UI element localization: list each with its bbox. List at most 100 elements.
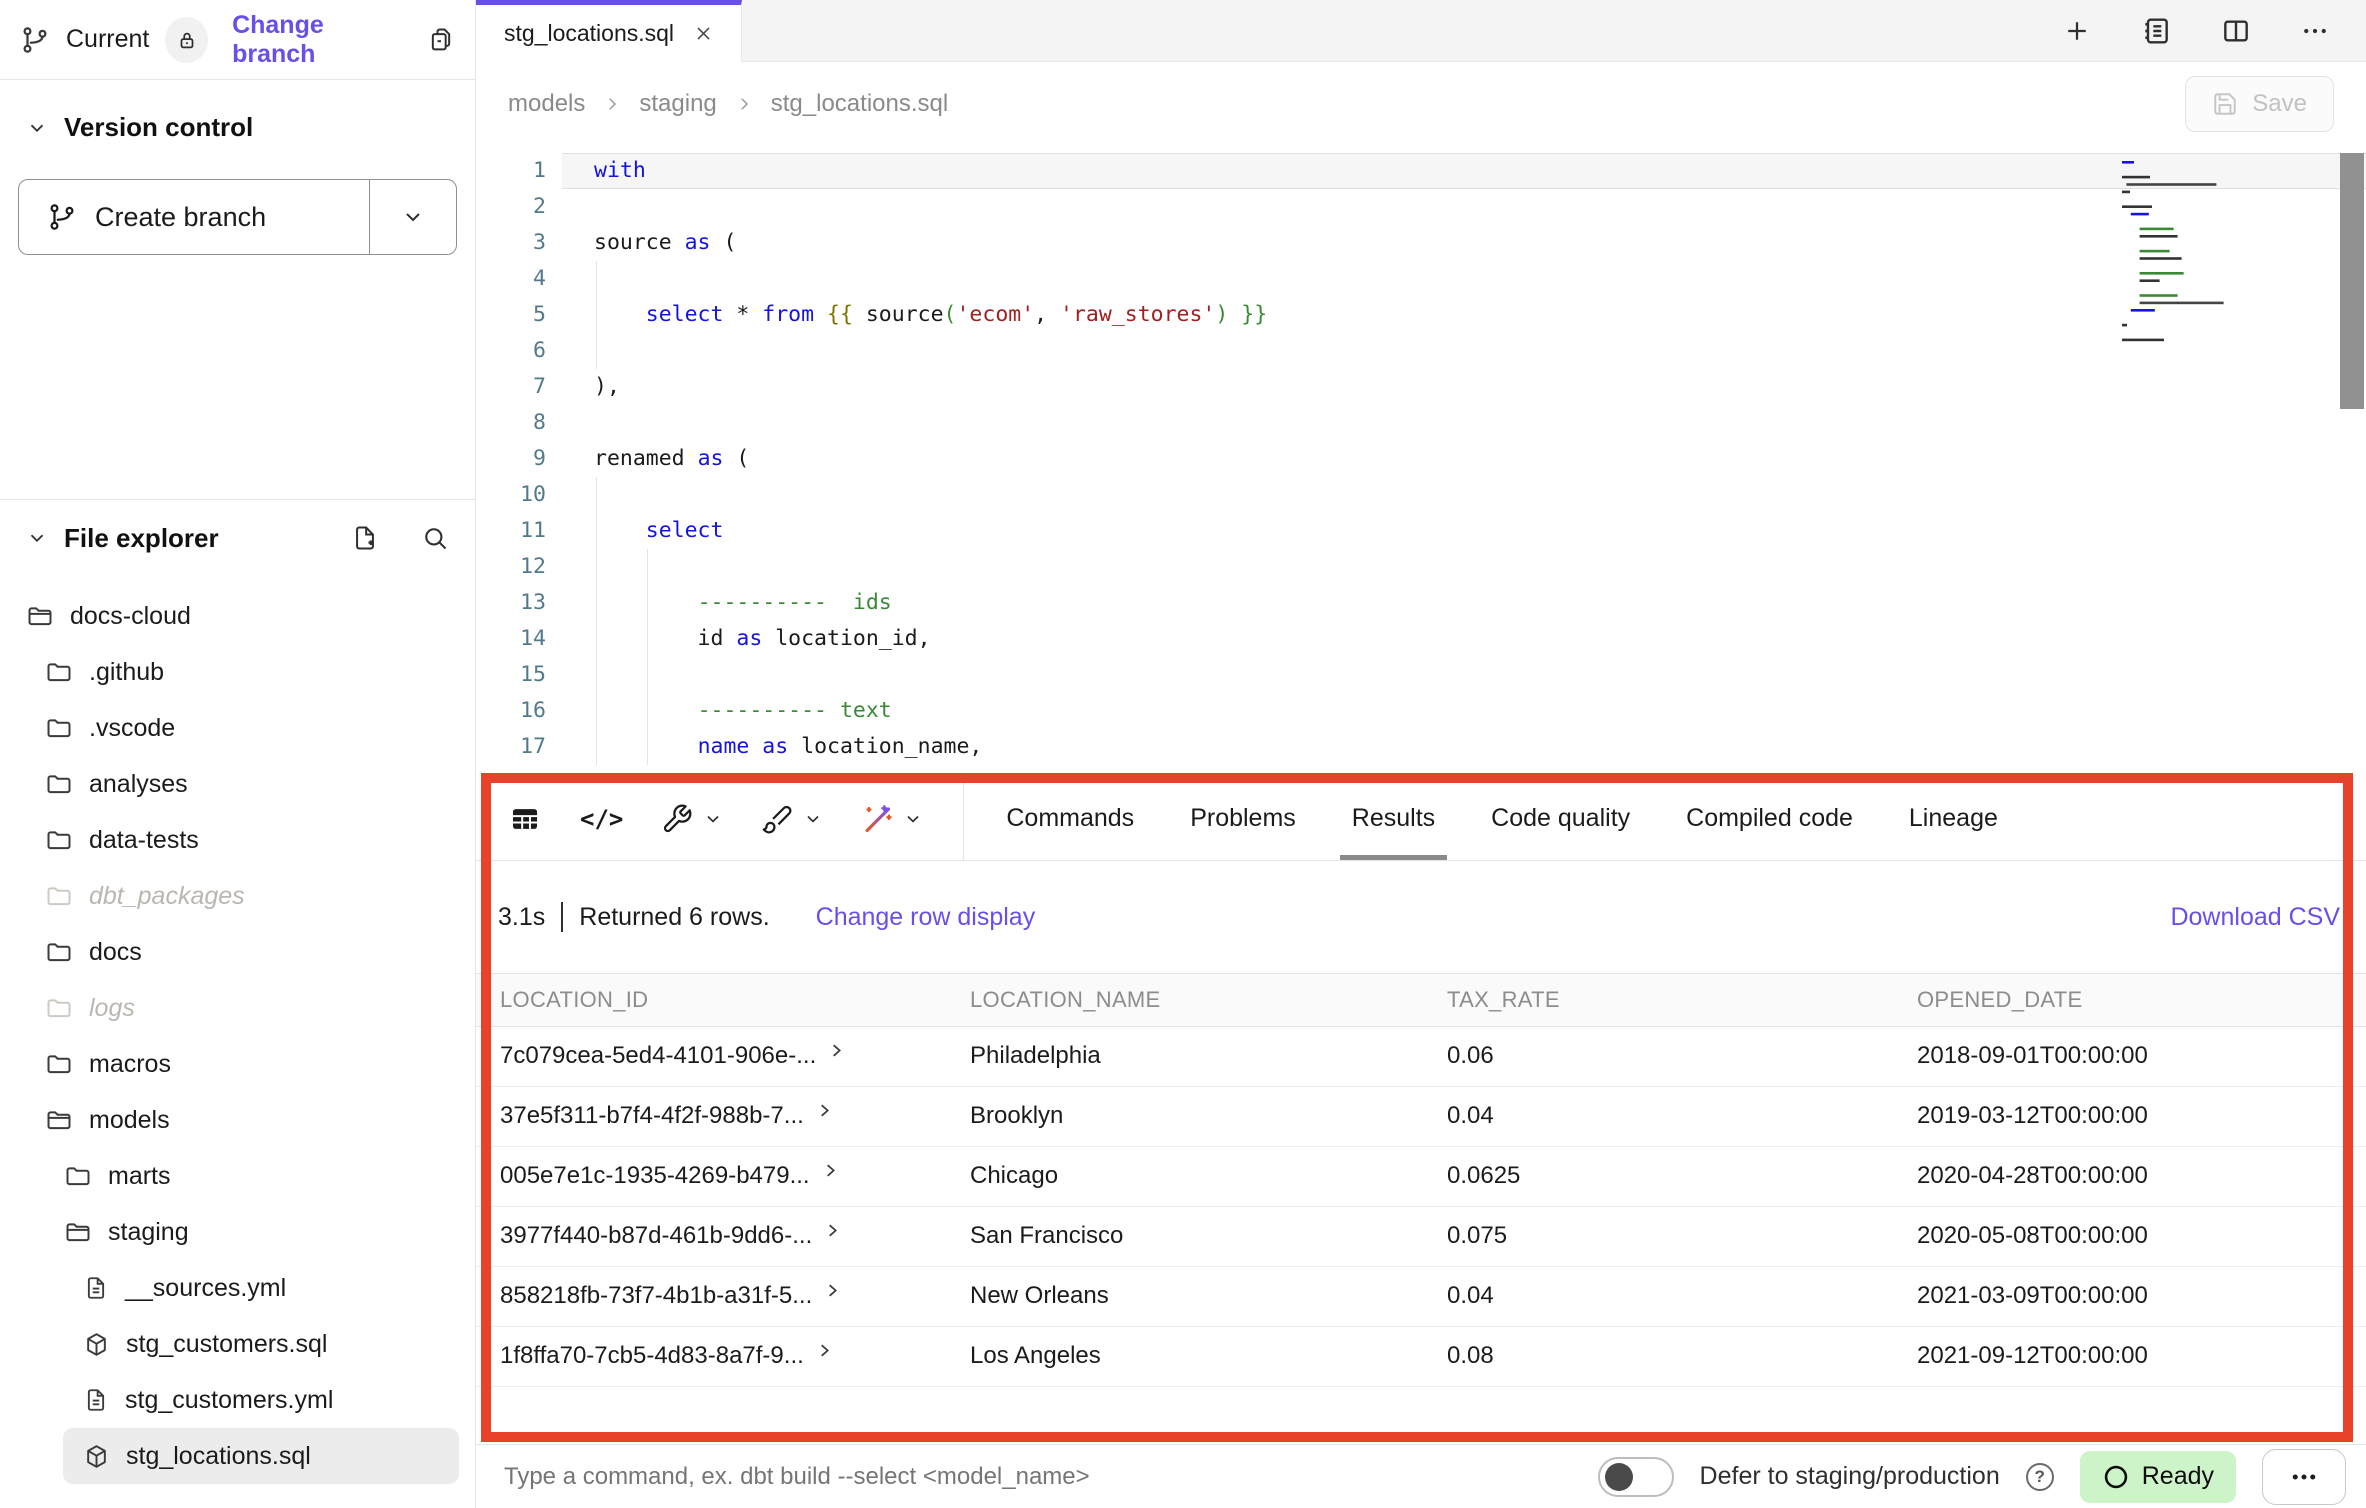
expand-row-icon[interactable]: [828, 1042, 845, 1059]
file-tree-item-docs-cloud[interactable]: docs-cloud: [0, 588, 475, 644]
format-button[interactable]: [761, 803, 823, 835]
editor-tab-stg-locations[interactable]: stg_locations.sql: [476, 0, 742, 62]
search-icon[interactable]: [421, 524, 449, 552]
file-tree-item-models[interactable]: models: [0, 1092, 475, 1148]
code-preview-icon[interactable]: </>: [580, 805, 623, 833]
elapsed-time: 3.1s: [498, 903, 545, 932]
panel-tab-code-quality[interactable]: Code quality: [1463, 777, 1658, 860]
chevron-down-icon: [703, 809, 723, 829]
breadcrumb-file[interactable]: stg_locations.sql: [771, 90, 948, 118]
code-line-16: 16 ---------- text: [476, 693, 2366, 729]
split-editor-icon[interactable]: [2220, 15, 2252, 47]
change-row-display-link[interactable]: Change row display: [816, 903, 1036, 932]
code-text: [594, 405, 2366, 441]
code-line-12: 12: [476, 549, 2366, 585]
file-tree-item--sources-yml[interactable]: __sources.yml: [0, 1260, 475, 1316]
sidebar: Current Change branch Version control: [0, 0, 476, 1508]
panel-tab-compiled-code[interactable]: Compiled code: [1658, 777, 1881, 860]
defer-label: Defer to staging/production: [1700, 1462, 2000, 1491]
file-tree-item-logs[interactable]: logs: [0, 980, 475, 1036]
expand-row-icon[interactable]: [824, 1222, 841, 1239]
file-tree-item--vscode[interactable]: .vscode: [0, 700, 475, 756]
table-row-3[interactable]: 005e7e1c-1935-4269-b479...Chicago0.06252…: [476, 1146, 2366, 1206]
chevron-right-icon: [603, 95, 621, 113]
panel-tab-results[interactable]: Results: [1324, 777, 1463, 860]
ai-fix-button[interactable]: [861, 803, 923, 835]
panel-tab-problems[interactable]: Problems: [1162, 777, 1324, 860]
file-tree-item-docs[interactable]: docs: [0, 924, 475, 980]
table-icon[interactable]: [508, 802, 542, 836]
code-line-11: 11 select: [476, 513, 2366, 549]
branch-locked-badge: [165, 17, 208, 63]
save-button[interactable]: Save: [2185, 76, 2334, 132]
create-branch-button[interactable]: Create branch: [18, 179, 457, 255]
folder-icon: [45, 882, 73, 910]
version-control-header[interactable]: Version control: [18, 80, 457, 143]
help-icon[interactable]: ?: [2026, 1463, 2054, 1491]
code-text: [594, 477, 2366, 513]
command-input[interactable]: [504, 1463, 1572, 1491]
table-row-1[interactable]: 7c079cea-5ed4-4101-906e-...Philadelphia0…: [476, 1026, 2366, 1086]
file-tree-item-label: stg_customers.yml: [125, 1386, 333, 1415]
code-line-13: 13 ---------- ids: [476, 585, 2366, 621]
table-row-2[interactable]: 37e5f311-b7f4-4f2f-988b-7...Brooklyn0.04…: [476, 1086, 2366, 1146]
file-tree-item-label: macros: [89, 1050, 171, 1079]
file-tree-item-label: logs: [89, 994, 135, 1023]
code-line-10: 10: [476, 477, 2366, 513]
code-text: select * from {{ source('ecom', 'raw_sto…: [594, 297, 2366, 333]
file-tree-item-analyses[interactable]: analyses: [0, 756, 475, 812]
create-branch-dropdown[interactable]: [370, 180, 456, 254]
table-row-5[interactable]: 858218fb-73f7-4b1b-a31f-5...New Orleans0…: [476, 1266, 2366, 1326]
expand-row-icon[interactable]: [824, 1282, 841, 1299]
chevron-down-icon: [26, 117, 48, 139]
folder-icon: [45, 994, 73, 1022]
cell-opened_date: 2021-03-09T00:00:00: [1893, 1266, 2366, 1326]
change-branch-link[interactable]: Change branch: [232, 11, 401, 69]
more-actions-button[interactable]: [2262, 1449, 2346, 1505]
model-icon: [83, 1443, 110, 1470]
panel-tab-lineage[interactable]: Lineage: [1881, 777, 2026, 860]
cell-tax_rate: 0.06: [1423, 1026, 1893, 1086]
file-tree-item-marts[interactable]: marts: [0, 1148, 475, 1204]
file-tree-item--github[interactable]: .github: [0, 644, 475, 700]
code-line-7: 7),: [476, 369, 2366, 405]
defer-toggle[interactable]: [1598, 1457, 1674, 1497]
file-tree-item-stg-customers-sql[interactable]: stg_customers.sql: [0, 1316, 475, 1372]
code-text: id as location_id,: [594, 621, 2366, 657]
download-csv-link[interactable]: Download CSV: [2170, 903, 2340, 932]
folder-icon: [64, 1162, 92, 1190]
file-tree-item-stg-customers-yml[interactable]: stg_customers.yml: [0, 1372, 475, 1428]
folder-icon: [45, 770, 73, 798]
breadcrumb-staging[interactable]: staging: [639, 90, 716, 118]
new-file-icon[interactable]: [351, 524, 379, 552]
file-tree-item-staging[interactable]: staging: [0, 1204, 475, 1260]
column-header-opened_date: OPENED_DATE: [1893, 974, 2366, 1026]
new-tab-icon[interactable]: [2062, 16, 2092, 46]
file-tree-item-data-tests[interactable]: data-tests: [0, 812, 475, 868]
breadcrumb-models[interactable]: models: [508, 90, 585, 118]
expand-row-icon[interactable]: [816, 1102, 833, 1119]
code-line-9: 9renamed as (: [476, 441, 2366, 477]
table-row-6[interactable]: 1f8ffa70-7cb5-4d83-8a7f-9...Los Angeles0…: [476, 1326, 2366, 1386]
bottom-panel: </>: [476, 777, 2366, 1444]
code-text: ---------- text: [594, 693, 2366, 729]
file-tree-item-macros[interactable]: macros: [0, 1036, 475, 1092]
table-row-4[interactable]: 3977f440-b87d-461b-9dd6-...San Francisco…: [476, 1206, 2366, 1266]
file-tree-item-label: .vscode: [89, 714, 175, 743]
panel-tab-commands[interactable]: Commands: [978, 777, 1162, 860]
file-tree-item-stg-locations-sql[interactable]: stg_locations.sql: [63, 1428, 459, 1484]
build-tools-button[interactable]: [661, 803, 723, 835]
expand-row-icon[interactable]: [822, 1162, 839, 1179]
code-line-4: 4: [476, 261, 2366, 297]
close-icon[interactable]: [694, 24, 713, 43]
chevron-down-icon[interactable]: [26, 527, 48, 549]
expand-row-icon[interactable]: [816, 1342, 833, 1359]
code-editor[interactable]: 1with23source as (45 select * from {{ so…: [476, 145, 2366, 777]
copy-icon[interactable]: [427, 26, 455, 54]
more-options-icon[interactable]: [2300, 16, 2330, 46]
file-tree-item-label: __sources.yml: [125, 1274, 286, 1303]
journal-icon[interactable]: [2140, 15, 2172, 47]
file-tree-item-dbt-packages[interactable]: dbt_packages: [0, 868, 475, 924]
code-text: [594, 657, 2366, 693]
cell-tax_rate: 0.04: [1423, 1086, 1893, 1146]
